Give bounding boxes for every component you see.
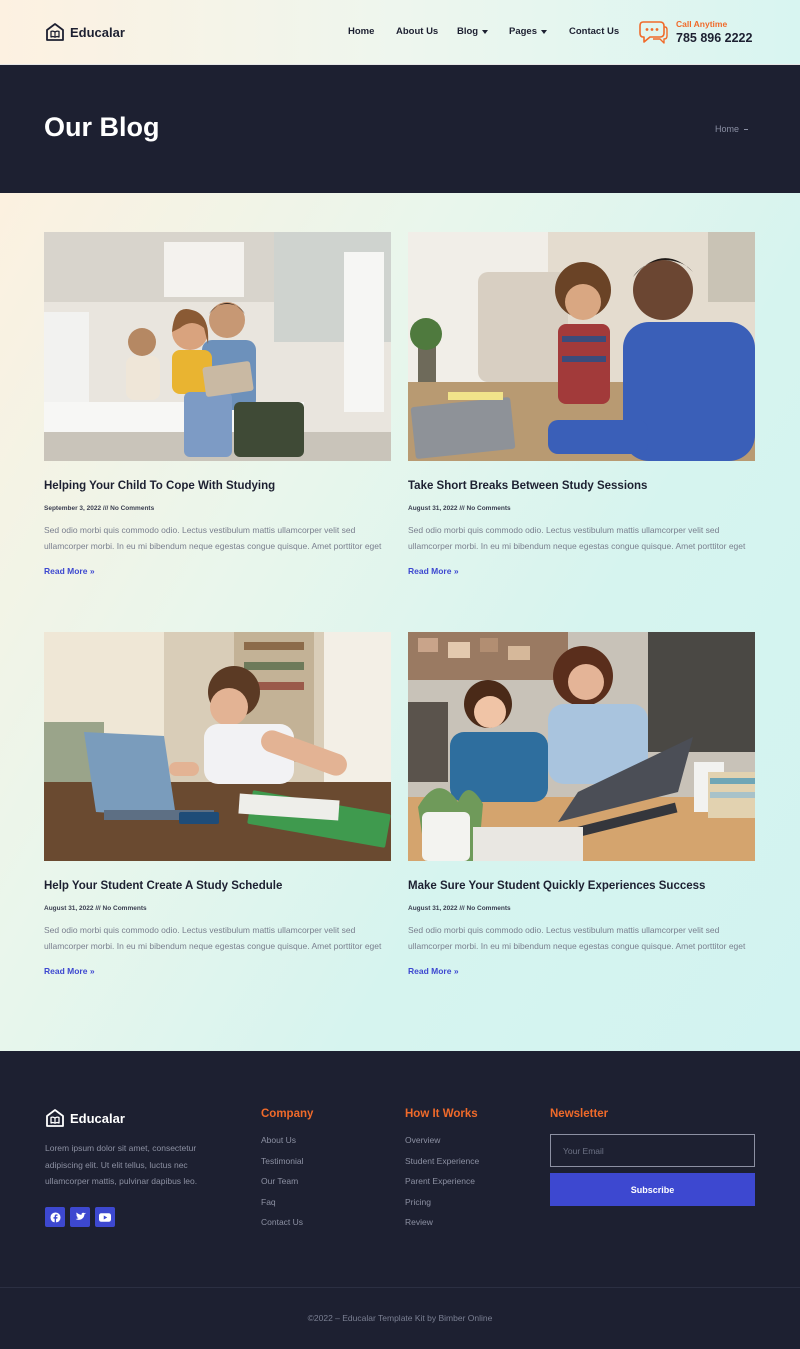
breadcrumb-home[interactable]: Home	[715, 124, 739, 134]
main-nav: Home About Us Blog Pages Contact Us	[348, 26, 619, 37]
social-links	[45, 1207, 115, 1227]
call-number: 785 896 2222	[676, 31, 753, 45]
footer-company-title: Company	[261, 1108, 314, 1120]
tutor-and-boy-photo[interactable]	[408, 232, 755, 461]
footer-link-about-us[interactable]: About Us	[261, 1135, 313, 1156]
footer-how-it-works-title: How It Works	[405, 1108, 478, 1120]
read-more-link[interactable]: Read More »	[44, 566, 95, 576]
nav-about-us-label: About Us	[396, 26, 439, 37]
facebook-icon[interactable]	[45, 1207, 65, 1227]
post-date: August 31, 2022	[44, 905, 94, 912]
meta-separator: ///	[459, 905, 465, 912]
footer-company: Company About Us Testimonial Our Team Fa…	[261, 1108, 313, 1238]
footer-about-text: Lorem ipsum dolor sit amet, consectetur …	[45, 1143, 198, 1186]
footer-brand-name: Educalar	[70, 1110, 125, 1126]
meta-separator: ///	[459, 505, 465, 512]
post-excerpt: Sed odio morbi quis commodo odio. Lectus…	[44, 525, 382, 551]
footer-link-review[interactable]: Review	[405, 1217, 479, 1238]
post-comments[interactable]: No Comments	[103, 905, 147, 912]
footer-link-faq[interactable]: Faq	[261, 1197, 313, 1218]
mother-and-son-laptop-photo[interactable]	[408, 632, 755, 861]
post-title[interactable]: Take Short Breaks Between Study Sessions	[408, 480, 755, 492]
footer-link-testimonial[interactable]: Testimonial	[261, 1156, 313, 1177]
meta-separator: ///	[95, 905, 101, 912]
breadcrumb: Home	[715, 124, 749, 134]
post-title[interactable]: Make Sure Your Student Quickly Experienc…	[408, 880, 755, 892]
nav-home-label: Home	[348, 26, 375, 37]
page-title: Our Blog	[44, 112, 160, 142]
post-excerpt: Sed odio morbi quis commodo odio. Lectus…	[408, 525, 746, 551]
footer-divider	[0, 1287, 800, 1288]
post-excerpt: Sed odio morbi quis commodo odio. Lectus…	[44, 925, 382, 951]
twitter-icon[interactable]	[70, 1207, 90, 1227]
read-more-link[interactable]: Read More »	[408, 966, 459, 976]
meta-separator: ///	[102, 505, 109, 512]
post-comments[interactable]: No Comments	[467, 505, 511, 512]
footer-link-contact-us[interactable]: Contact Us	[261, 1217, 313, 1238]
chevron-down-icon	[482, 29, 489, 34]
chevron-down-icon	[541, 29, 547, 34]
blog-card: Take Short Breaks Between Study Sessions…	[408, 232, 755, 579]
call-label: Call Anytime	[676, 19, 728, 29]
post-meta: August 31, 2022 /// No Comments	[408, 505, 755, 512]
post-meta: August 31, 2022 /// No Comments	[408, 905, 755, 912]
nav-home[interactable]: Home	[348, 26, 396, 37]
call-anytime[interactable]: Call Anytime 785 896 2222	[639, 19, 752, 45]
family-with-tablet-photo[interactable]	[44, 232, 391, 461]
blog-card: Helping Your Child To Cope With Studying…	[44, 232, 391, 579]
site-header: Educalar Home About Us Blog Pages Contac…	[0, 0, 800, 65]
footer-link-student-experience[interactable]: Student Experience	[405, 1156, 479, 1177]
nav-about-us[interactable]: About Us	[396, 26, 457, 37]
footer-link-our-team[interactable]: Our Team	[261, 1176, 313, 1197]
post-meta: August 31, 2022 /// No Comments	[44, 905, 391, 912]
copyright-text: ©2022 – Educalar Template Kit by Bimber …	[307, 1313, 493, 1323]
nav-contact-us[interactable]: Contact Us	[569, 26, 619, 37]
chat-bubble-icon	[639, 21, 668, 44]
post-title[interactable]: Helping Your Child To Cope With Studying	[44, 480, 391, 492]
post-date: September 3, 2022	[44, 505, 102, 512]
post-comments[interactable]: No Comments	[110, 505, 154, 512]
footer-brand-logo[interactable]: Educalar	[45, 1108, 125, 1128]
footer-link-pricing[interactable]: Pricing	[405, 1197, 479, 1218]
blog-card: Help Your Student Create A Study Schedul…	[44, 632, 391, 979]
post-comments[interactable]: No Comments	[467, 905, 511, 912]
brand-name: Educalar	[70, 24, 125, 40]
read-more-link[interactable]: Read More »	[44, 966, 95, 976]
footer-newsletter: Newsletter	[550, 1108, 608, 1135]
nav-pages-label: Pages	[509, 26, 537, 37]
book-house-icon	[46, 1109, 64, 1127]
blog-list: Helping Your Child To Cope With Studying…	[0, 193, 800, 1051]
girl-with-laptop-photo[interactable]	[44, 632, 391, 861]
blog-card: Make Sure Your Student Quickly Experienc…	[408, 632, 755, 979]
nav-contact-us-label: Contact Us	[569, 26, 620, 37]
nav-pages[interactable]: Pages	[509, 26, 569, 37]
page-banner: Our Blog Home	[0, 65, 800, 193]
newsletter-email-input[interactable]	[550, 1134, 755, 1167]
read-more-link[interactable]: Read More »	[408, 566, 459, 576]
nav-blog-label: Blog	[457, 26, 479, 37]
nav-blog[interactable]: Blog	[457, 26, 509, 37]
post-date: August 31, 2022	[408, 905, 458, 912]
post-title[interactable]: Help Your Student Create A Study Schedul…	[44, 880, 391, 892]
post-date: August 31, 2022	[408, 505, 458, 512]
footer-link-overview[interactable]: Overview	[405, 1135, 479, 1156]
footer-link-parent-experience[interactable]: Parent Experience	[405, 1176, 479, 1197]
site-footer: Educalar Lorem ipsum dolor sit amet, con…	[0, 1051, 800, 1349]
footer-newsletter-title: Newsletter	[550, 1108, 609, 1120]
footer-how-it-works: How It Works Overview Student Experience…	[405, 1108, 479, 1238]
call-text: Call Anytime 785 896 2222	[676, 19, 752, 45]
post-meta: September 3, 2022 /// No Comments	[44, 505, 391, 512]
post-excerpt: Sed odio morbi quis commodo odio. Lectus…	[408, 925, 746, 951]
book-house-icon	[46, 23, 64, 41]
youtube-icon[interactable]	[95, 1207, 115, 1227]
breadcrumb-separator	[744, 128, 749, 130]
subscribe-button[interactable]: Subscribe	[550, 1173, 755, 1206]
brand-logo[interactable]: Educalar	[45, 22, 125, 42]
